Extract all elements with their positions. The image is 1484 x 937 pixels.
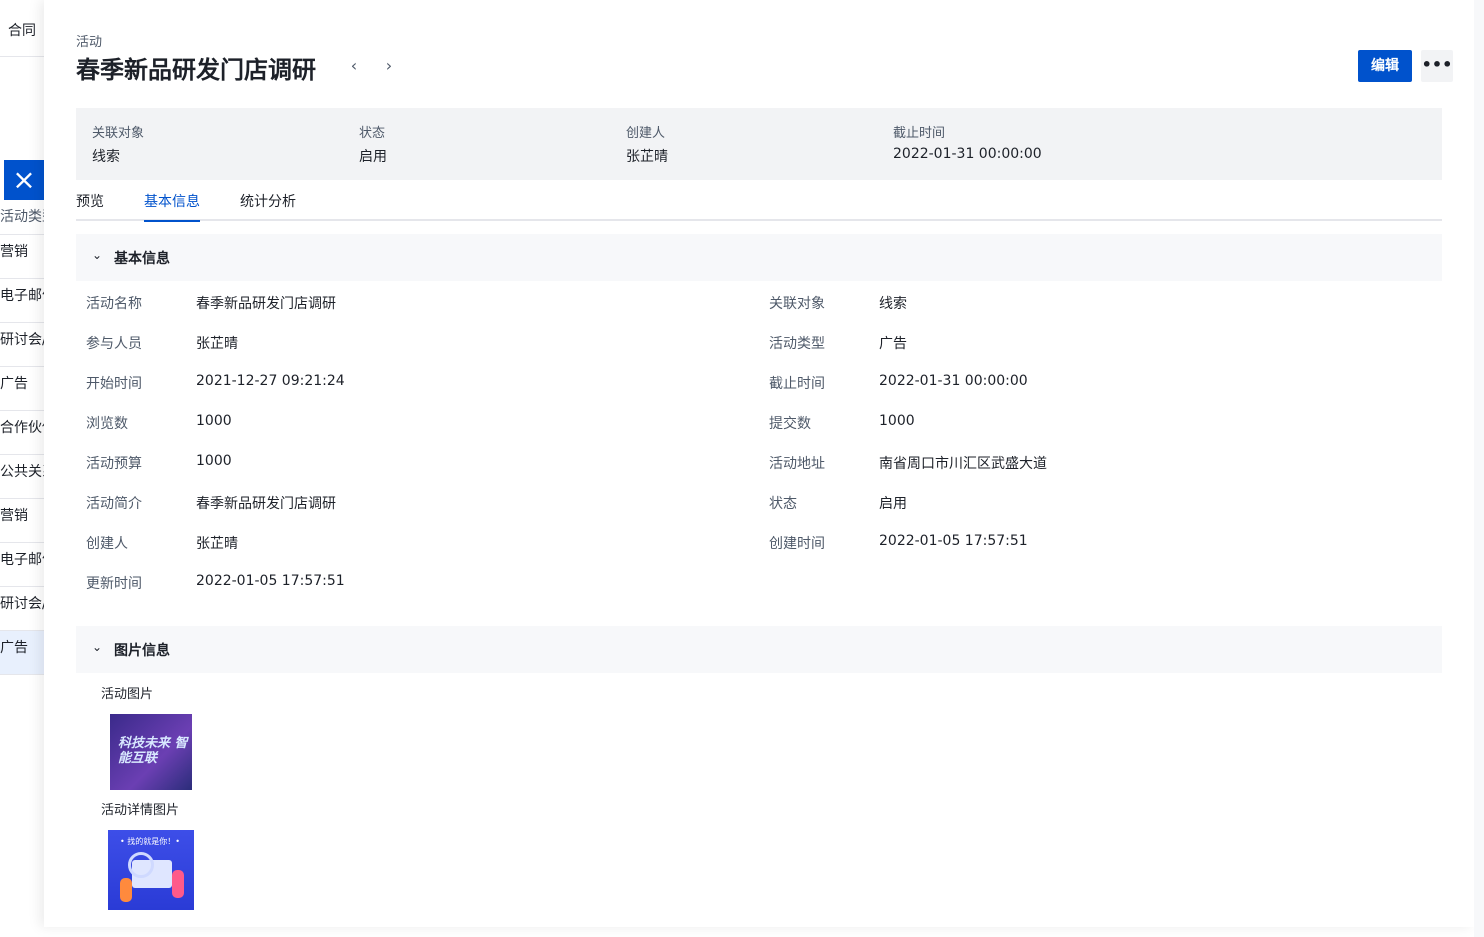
field-value: 2022-01-05 17:57:51: [196, 573, 345, 589]
field-value: 南省周口市川汇区武盛大道: [879, 456, 1047, 472]
field-label: 更新时间: [86, 576, 142, 592]
summary-label: 创建人: [626, 126, 666, 141]
tab-basic-info[interactable]: 基本信息: [144, 191, 200, 222]
field-label: 活动类型: [769, 336, 825, 352]
field-label: 创建时间: [769, 536, 825, 552]
field-label: 参与人员: [86, 336, 142, 352]
summary-value: 线索: [92, 149, 120, 165]
activity-image-label: 活动图片: [101, 687, 154, 702]
tab-preview[interactable]: 预览: [76, 191, 104, 220]
field-value: 1000: [879, 413, 915, 429]
summary-item: 创建人 张芷晴: [626, 122, 668, 166]
field-value: 广告: [879, 336, 907, 352]
field-value: 张芷晴: [196, 536, 238, 552]
page-title: 春季新品研发门店调研: [76, 56, 316, 84]
summary-bar: 关联对象 线索 状态 启用 创建人 张芷晴 截止时间 2022-01-31 00…: [76, 108, 1442, 180]
breadcrumb: 活动: [76, 35, 103, 50]
magnifier-icon: [128, 852, 154, 878]
detail-image-label: 活动详情图片: [101, 803, 180, 818]
field-value: 1000: [196, 453, 232, 469]
activity-image-text: 科技未来 智能互联: [118, 736, 188, 766]
image-info-section-header[interactable]: ⌄ 图片信息: [76, 626, 1442, 673]
field-value: 线索: [879, 296, 907, 312]
field-label: 开始时间: [86, 376, 142, 392]
summary-value: 启用: [359, 149, 387, 165]
summary-label: 截止时间: [893, 126, 946, 141]
summary-value: 2022-01-31 00:00:00: [893, 146, 1042, 162]
scrollbar[interactable]: [1474, 0, 1484, 937]
summary-value: 张芷晴: [626, 149, 668, 165]
summary-label: 状态: [359, 126, 386, 141]
summary-label: 关联对象: [92, 126, 145, 141]
field-value: 春季新品研发门店调研: [196, 496, 336, 512]
field-label: 活动地址: [769, 456, 825, 472]
tab-statistics[interactable]: 统计分析: [240, 191, 296, 220]
detail-drawer: 活动 春季新品研发门店调研 ‹ › 编辑 ••• 关联对象 线索 状态 启用 创…: [44, 0, 1474, 927]
chevron-down-icon: ⌄: [92, 640, 103, 654]
edit-button[interactable]: 编辑: [1358, 50, 1412, 82]
more-icon[interactable]: •••: [1421, 50, 1453, 82]
field-value: 2022-01-31 00:00:00: [879, 373, 1028, 389]
summary-item: 截止时间 2022-01-31 00:00:00: [893, 122, 1042, 162]
field-value: 春季新品研发门店调研: [196, 296, 336, 312]
field-label: 活动简介: [86, 496, 142, 512]
field-label: 创建人: [86, 536, 128, 552]
tab-bar: 预览 基本信息 统计分析: [76, 180, 1442, 222]
field-value: 2021-12-27 09:21:24: [196, 373, 345, 389]
detail-image[interactable]: • 找的就是你！•: [108, 830, 194, 910]
summary-item: 关联对象 线索: [92, 122, 144, 166]
field-value: 张芷晴: [196, 336, 238, 352]
activity-image[interactable]: 科技未来 智能互联: [110, 714, 192, 790]
bg-tab-label: 合同: [8, 23, 36, 39]
field-label: 关联对象: [769, 296, 825, 312]
chevron-down-icon: ⌄: [92, 248, 103, 262]
field-label: 状态: [769, 496, 797, 512]
close-icon[interactable]: ×: [4, 160, 44, 200]
section-title: 基本信息: [114, 251, 170, 267]
detail-image-text: • 找的就是你！•: [120, 837, 180, 846]
field-label: 活动预算: [86, 456, 142, 472]
field-value: 启用: [879, 496, 907, 512]
field-label: 提交数: [769, 416, 811, 432]
field-value: 2022-01-05 17:57:51: [879, 533, 1028, 549]
section-title: 图片信息: [114, 643, 170, 659]
person-figure: [172, 870, 184, 898]
next-record-icon[interactable]: ›: [377, 54, 401, 78]
field-label: 截止时间: [769, 376, 825, 392]
basic-info-section-header[interactable]: ⌄ 基本信息: [76, 234, 1442, 281]
field-label: 浏览数: [86, 416, 128, 432]
field-value: 1000: [196, 413, 232, 429]
field-label: 活动名称: [86, 296, 142, 312]
summary-item: 状态 启用: [359, 122, 387, 166]
prev-record-icon[interactable]: ‹: [342, 54, 366, 78]
person-figure: [120, 878, 132, 902]
